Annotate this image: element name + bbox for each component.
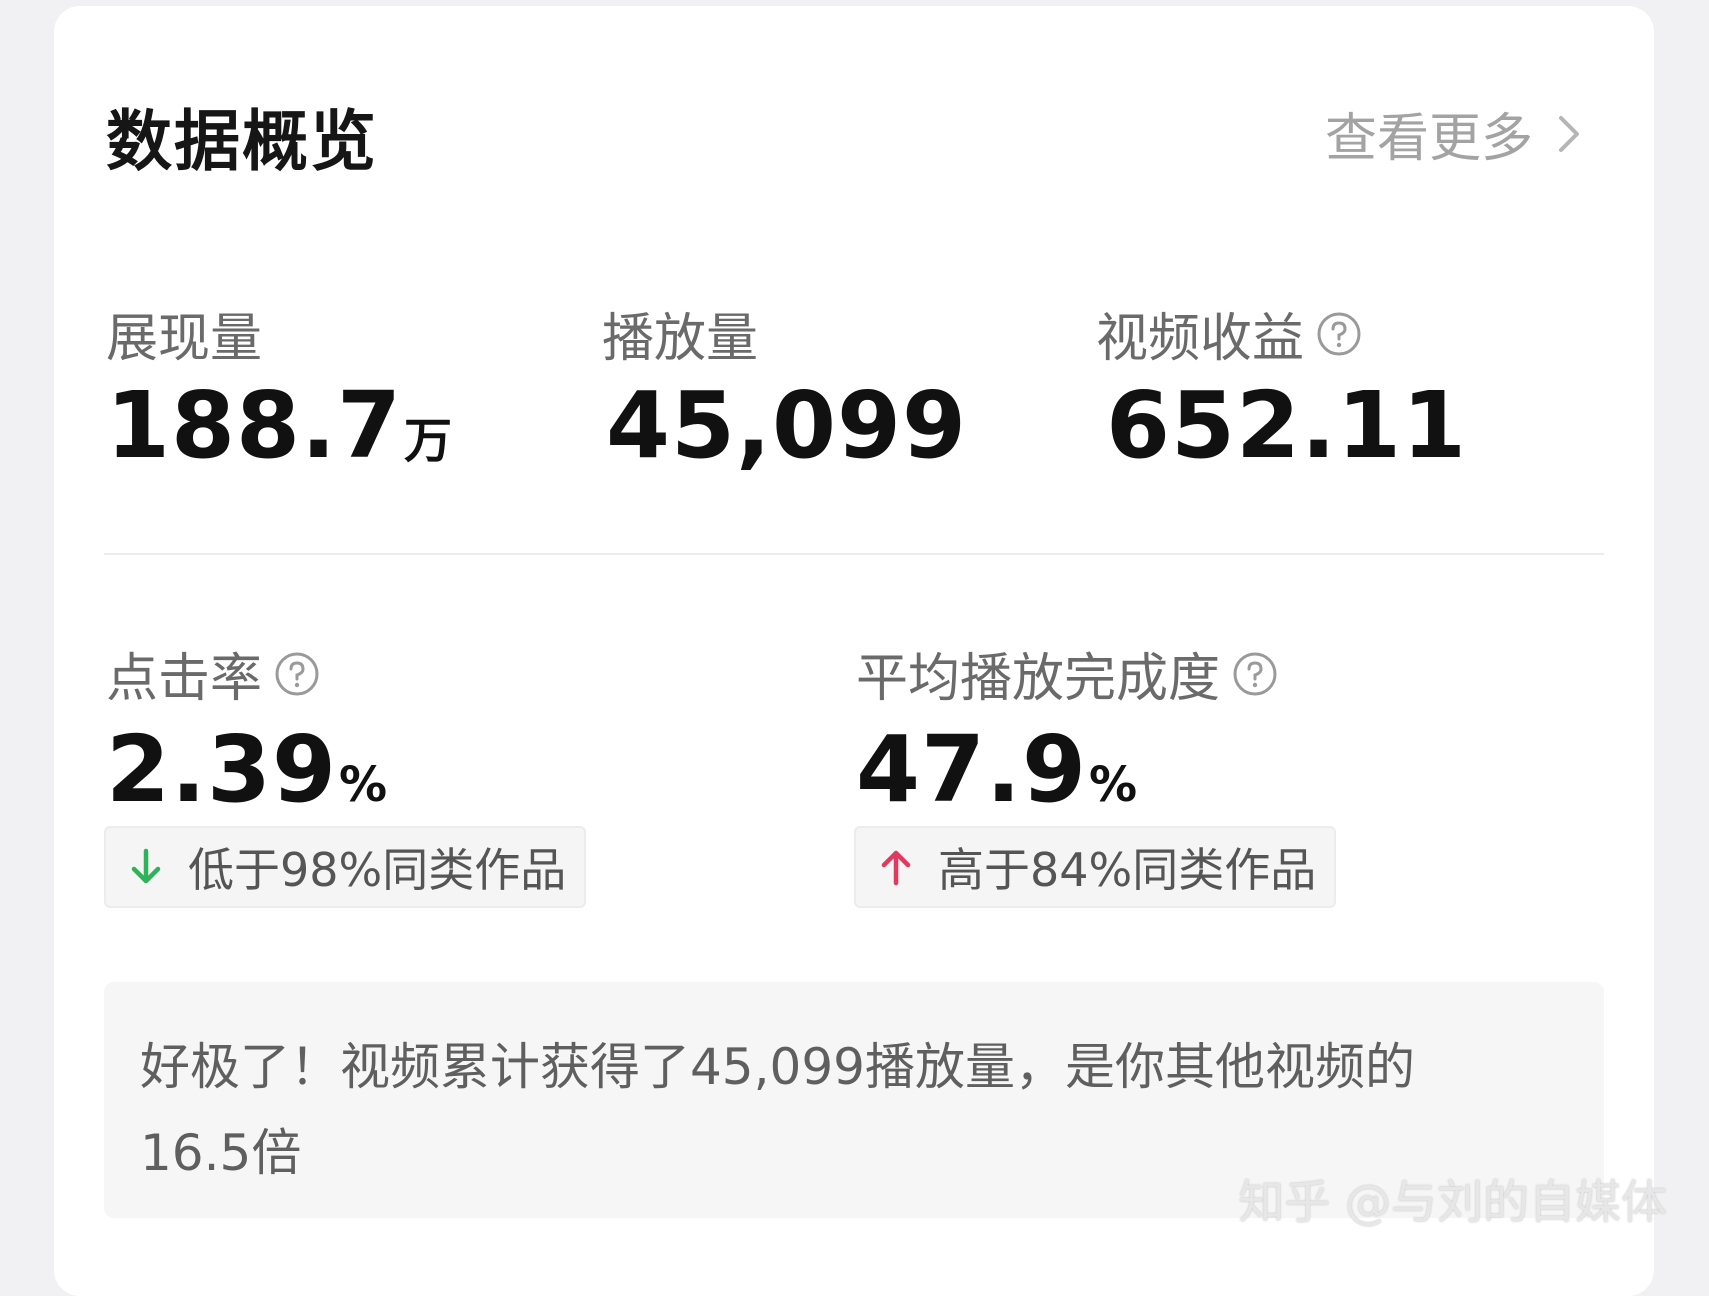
ctr-comparison-badge: 低于98%同类作品 [104,826,586,908]
question-circle-icon[interactable] [274,651,320,697]
impressions-unit: 万 [404,413,453,469]
question-circle-icon[interactable] [1232,651,1278,697]
metric-value-ctr: 2.39% [106,716,388,823]
arrow-up-icon [876,845,916,889]
divider [104,553,1604,555]
metric-value-impressions: 188.7万 [106,372,453,479]
completion-label-text: 平均播放完成度 [856,636,1220,711]
ctr-label-text: 点击率 [106,636,262,711]
revenue-label-text: 视频收益 [1096,296,1304,371]
view-more-label: 查看更多 [1325,96,1533,171]
completion-unit: % [1089,757,1138,813]
completion-comparison-text: 高于84%同类作品 [938,834,1316,900]
metric-value-revenue: 652.11 [1106,372,1467,479]
revenue-value: 652.11 [1106,372,1467,479]
summary-line-1: 好极了！视频累计获得了45,099播放量，是你其他视频的 [140,1024,1568,1110]
completion-comparison-badge: 高于84%同类作品 [854,826,1336,908]
metric-value-plays: 45,099 [606,372,967,479]
plays-label-text: 播放量 [602,296,758,371]
metric-label-revenue: 视频收益 [1096,296,1362,371]
arrow-down-icon [126,845,166,889]
plays-value: 45,099 [606,372,967,479]
metric-label-impressions: 展现量 [106,296,262,371]
impressions-value: 188.7 [106,372,402,479]
completion-value: 47.9 [856,716,1087,823]
metric-label-ctr: 点击率 [106,636,320,711]
view-more-link[interactable]: 查看更多 [1325,96,1585,171]
chevron-right-icon [1555,112,1585,156]
page-title: 数据概览 [106,88,378,184]
ctr-unit: % [339,757,388,813]
metric-label-plays: 播放量 [602,296,758,371]
ctr-comparison-text: 低于98%同类作品 [188,834,566,900]
question-circle-icon[interactable] [1316,311,1362,357]
metric-value-completion: 47.9% [856,716,1138,823]
ctr-value: 2.39 [106,716,337,823]
watermark: 知乎 @与刘的自媒体 [1238,1166,1667,1232]
metric-label-completion: 平均播放完成度 [856,636,1278,711]
impressions-label-text: 展现量 [106,296,262,371]
